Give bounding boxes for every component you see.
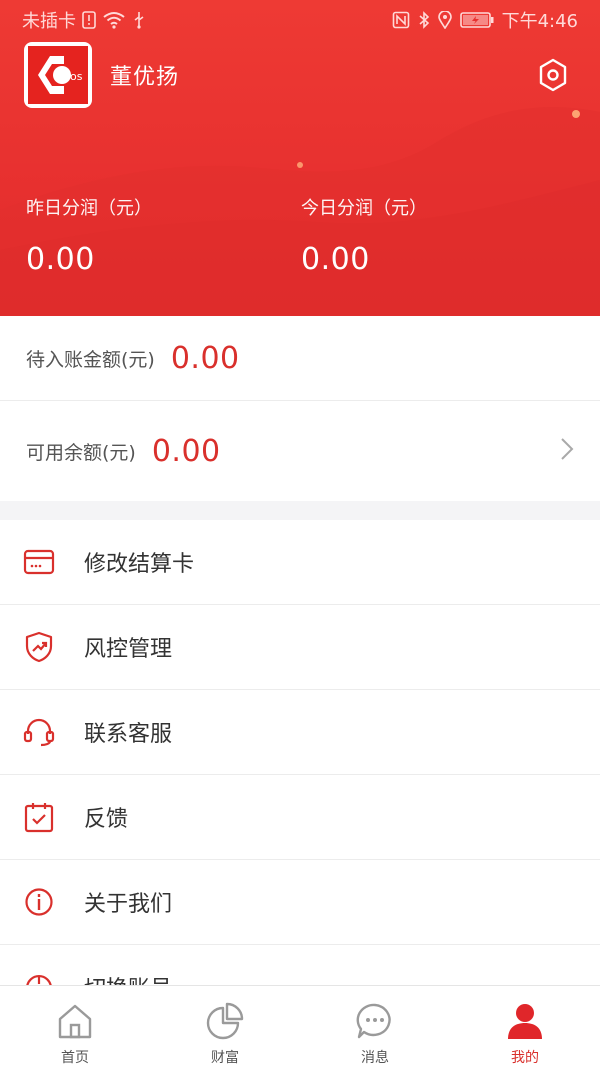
today-profit-value: 0.00 xyxy=(301,242,370,277)
today-profit: 今日分润（元） 0.00 xyxy=(301,194,427,277)
settings-button[interactable] xyxy=(536,57,570,93)
calendar-check-icon xyxy=(22,800,56,834)
menu-item-label: 反馈 xyxy=(84,807,129,832)
bottom-tab-bar: 首页 财富 消息 我的 xyxy=(0,985,600,1067)
battery-icon xyxy=(459,12,494,28)
sim-alert-icon xyxy=(82,11,96,29)
menu-item-label: 切换账号 xyxy=(84,971,172,985)
status-bar: 未插卡 下午4:46 xyxy=(0,0,600,40)
bluetooth-icon xyxy=(418,11,430,29)
menu-item-feedback[interactable]: 反馈 xyxy=(0,775,600,860)
yesterday-profit: 昨日分润（元） 0.00 xyxy=(26,194,152,277)
nfc-icon xyxy=(392,11,410,29)
card-icon xyxy=(22,545,56,579)
pending-balance-label: 待入账金额(元) xyxy=(26,348,155,371)
switch-account-icon xyxy=(22,970,56,985)
available-balance-value: 0.00 xyxy=(151,433,221,469)
pos-logo-icon: os xyxy=(28,46,88,104)
avatar[interactable]: os xyxy=(24,42,92,108)
yesterday-profit-label: 昨日分润（元） xyxy=(26,198,152,219)
balance-block: 待入账金额(元) 0.00 可用余额(元) 0.00 xyxy=(0,316,600,501)
tab-mine[interactable]: 我的 xyxy=(450,986,600,1067)
carrier-text: 未插卡 xyxy=(22,11,76,32)
shield-trend-icon xyxy=(22,630,56,664)
header: 未插卡 下午4:46 os 董优扬 昨日分润（元） 0.00 今日分润（元） 0… xyxy=(0,0,600,316)
menu-item-change-settlement-card[interactable]: 修改结算卡 xyxy=(0,520,600,605)
yesterday-profit-value: 0.00 xyxy=(26,242,95,277)
today-profit-label: 今日分润（元） xyxy=(301,198,427,219)
menu-item-label: 修改结算卡 xyxy=(84,552,195,577)
tab-wealth[interactable]: 财富 xyxy=(150,986,300,1067)
menu-item-label: 风控管理 xyxy=(84,637,173,662)
logo-text: os xyxy=(70,70,83,83)
usb-icon xyxy=(132,11,146,29)
menu-item-switch-account[interactable]: 切换账号 xyxy=(0,945,600,985)
wifi-icon xyxy=(102,11,126,29)
chat-icon xyxy=(354,1000,396,1041)
menu-item-customer-service[interactable]: 联系客服 xyxy=(0,690,600,775)
pie-chart-icon xyxy=(204,1000,246,1041)
tab-mine-label: 我的 xyxy=(511,1050,539,1066)
menu-list: 修改结算卡 风控管理 联系客服 反馈 关于我们 xyxy=(0,520,600,985)
pending-balance-row: 待入账金额(元) 0.00 xyxy=(0,316,600,401)
settings-hexagon-icon xyxy=(539,58,567,92)
mine-screen: 未插卡 下午4:46 os 董优扬 昨日分润（元） 0.00 今日分润（元） 0… xyxy=(0,0,600,1067)
info-icon xyxy=(22,885,56,919)
menu-item-label: 联系客服 xyxy=(84,722,173,747)
location-icon xyxy=(437,11,452,29)
menu-item-about-us[interactable]: 关于我们 xyxy=(0,860,600,945)
user-icon xyxy=(504,1000,546,1041)
clock-text: 下午4:46 xyxy=(501,11,578,32)
menu-item-risk-control[interactable]: 风控管理 xyxy=(0,605,600,690)
profile: os 董优扬 xyxy=(24,42,179,108)
home-icon xyxy=(54,1000,96,1041)
available-balance-label: 可用余额(元) xyxy=(26,441,136,464)
tab-home[interactable]: 首页 xyxy=(0,986,150,1067)
tab-messages-label: 消息 xyxy=(361,1050,389,1066)
pending-balance-value: 0.00 xyxy=(170,340,240,376)
headset-icon xyxy=(22,715,56,749)
user-name: 董优扬 xyxy=(110,65,180,90)
menu-item-label: 关于我们 xyxy=(84,892,173,917)
tab-home-label: 首页 xyxy=(61,1050,89,1066)
tab-messages[interactable]: 消息 xyxy=(300,986,450,1067)
available-balance-row[interactable]: 可用余额(元) 0.00 xyxy=(0,401,600,501)
chevron-right-icon xyxy=(560,437,574,465)
tab-wealth-label: 财富 xyxy=(211,1050,239,1066)
